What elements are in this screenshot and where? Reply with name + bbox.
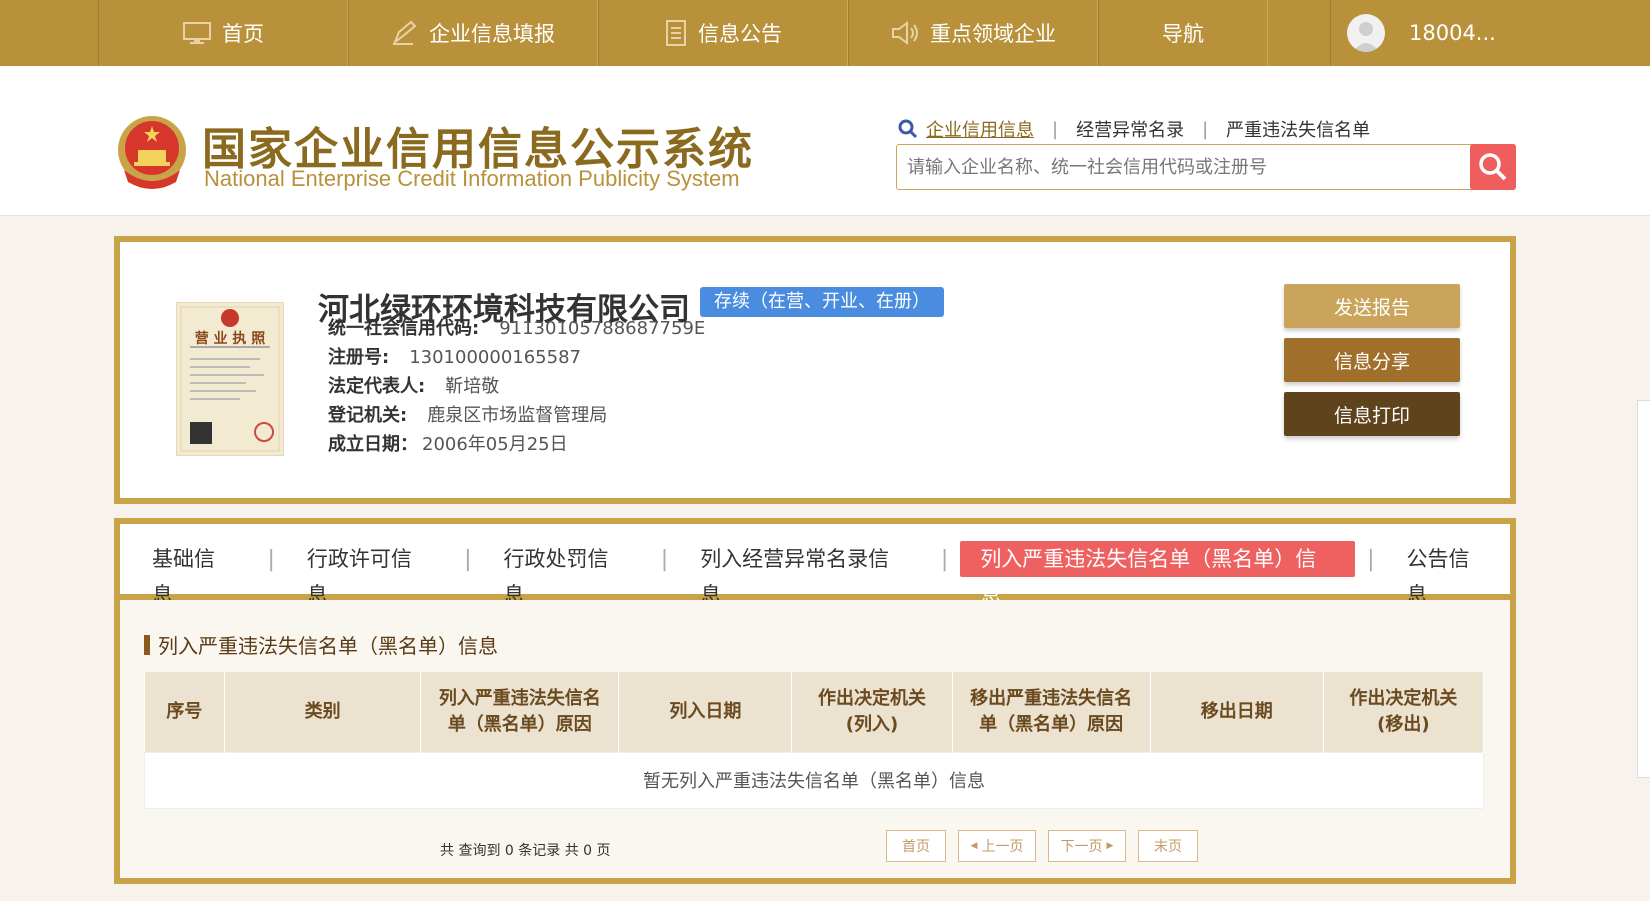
first-page-button[interactable]: 首页 [886, 830, 946, 862]
last-page-button[interactable]: 末页 [1138, 830, 1198, 862]
detail-tab-panel: 基础信息 | 行政许可信息 | 行政处罚信息 | 列入经营异常名录信息 | 列入… [114, 518, 1516, 884]
tab-bar: 基础信息 | 行政许可信息 | 行政处罚信息 | 列入经营异常名录信息 | 列入… [120, 524, 1510, 607]
tab-separator: | [1367, 546, 1375, 572]
document-icon [666, 20, 686, 46]
info-established: 成立日期： 2006年05月25日 [328, 430, 568, 456]
established-label: 成立日期： [328, 434, 418, 455]
section-title-text: 列入严重违法失信名单（黑名单）信息 [158, 634, 498, 658]
side-float-bar[interactable] [1637, 400, 1650, 778]
search-input[interactable] [897, 145, 1471, 189]
nav-notice[interactable]: 信息公告 [598, 0, 848, 66]
prev-page-button[interactable]: ◀ 上一页 [958, 830, 1036, 862]
empty-message: 暂无列入严重违法失信名单（黑名单）信息 [144, 751, 1484, 809]
authority-label: 登记机关: [328, 405, 408, 426]
nav-report-label: 企业信息填报 [429, 22, 555, 46]
tab-abnormal[interactable]: 列入经营异常名录信息 [680, 541, 929, 607]
search-button[interactable] [1470, 144, 1516, 190]
tab-announcement[interactable]: 公告信息 [1387, 541, 1510, 607]
reg-no-label: 注册号: [328, 347, 390, 368]
col-in-authority: 作出决定机关(列入) [791, 672, 953, 752]
col-out-authority: 作出决定机关(移出) [1323, 672, 1485, 752]
status-badge: 存续（在营、开业、在册） [700, 287, 944, 317]
tab-basic[interactable]: 基础信息 [132, 541, 255, 607]
search-category-tabs: 企业信用信息 | 经营异常名录 | 严重违法失信名单 [898, 116, 1388, 142]
nav-home[interactable]: 首页 [98, 0, 348, 66]
info-reg-no: 注册号: 130100000165587 [328, 343, 581, 369]
search-box [896, 144, 1516, 190]
search-tab-abnormal[interactable]: 经营异常名录 [1058, 116, 1202, 142]
prev-page-label: 上一页 [981, 839, 1024, 855]
tab-content: 列入严重违法失信名单（黑名单）信息 序号 类别 列入严重违法失信名单（黑名单）原… [120, 600, 1510, 878]
legal-rep-value: 靳培敬 [445, 376, 500, 397]
authority-value: 鹿泉区市场监督管理局 [427, 405, 608, 426]
business-license-image[interactable]: 营 业 执 照 [175, 301, 285, 460]
tab-separator: | [940, 546, 949, 572]
info-authority: 登记机关: 鹿泉区市场监督管理局 [328, 401, 607, 427]
info-legal-rep: 法定代表人: 靳培敬 [328, 372, 499, 398]
search-tab-blacklist[interactable]: 严重违法失信名单 [1208, 116, 1388, 142]
nav-key-enterprise[interactable]: 重点领域企业 [848, 0, 1098, 66]
nav-report[interactable]: 企业信息填报 [348, 0, 598, 66]
speaker-icon [892, 21, 918, 45]
top-nav: 首页 企业信息填报 信息公告 重点领域企业 导航 18004... [0, 0, 1650, 66]
search-small-icon [898, 119, 918, 139]
caret-right-icon: ▶ [1106, 841, 1114, 851]
col-in-reason: 列入严重违法失信名单（黑名单）原因 [420, 672, 620, 752]
table-header-row: 序号 类别 列入严重违法失信名单（黑名单）原因 列入日期 作出决定机关(列入) … [144, 672, 1485, 752]
next-page-label: 下一页 [1060, 839, 1103, 855]
nav-guide-label: 导航 [1162, 22, 1204, 46]
print-button[interactable]: 信息打印 [1284, 392, 1460, 436]
credit-code-value: 91130105788687759E [499, 318, 706, 339]
monitor-icon [183, 22, 211, 44]
col-out-reason: 移出严重违法失信名单（黑名单）原因 [952, 672, 1151, 752]
nav-guide[interactable]: 导航 [1098, 0, 1268, 66]
section-title-bar [144, 634, 150, 655]
credit-code-label: 统一社会信用代码: [328, 318, 480, 339]
tab-license[interactable]: 行政许可信息 [287, 541, 452, 607]
search-icon [1479, 153, 1507, 181]
col-out-date: 移出日期 [1150, 672, 1324, 752]
col-category: 类别 [224, 672, 422, 752]
col-in-date: 列入日期 [618, 672, 793, 752]
table-row: 暂无列入严重违法失信名单（黑名单）信息 [144, 751, 1484, 809]
tab-separator: | [660, 546, 669, 572]
tab-penalty[interactable]: 行政处罚信息 [484, 541, 649, 607]
share-button[interactable]: 信息分享 [1284, 338, 1460, 382]
license-title: 营 业 执 照 [194, 331, 266, 347]
legal-rep-label: 法定代表人: [328, 376, 426, 397]
established-value: 2006年05月25日 [422, 434, 568, 455]
company-info-panel: 营 业 执 照 河北绿环环境科技有限公司 存续（在营、开业、在册） 统一社会信用… [114, 236, 1516, 504]
pagination: 首页 ◀ 上一页 下一页 ▶ 末页 [886, 830, 1210, 862]
user-name: 18004... [1409, 21, 1496, 45]
next-page-button[interactable]: 下一页 ▶ [1048, 830, 1126, 862]
tab-separator: | [464, 546, 472, 572]
send-report-button[interactable]: 发送报告 [1284, 284, 1460, 328]
tab-blacklist[interactable]: 列入严重违法失信名单（黑名单）信息 [960, 541, 1356, 607]
site-title-en: National Enterprise Credit Information P… [204, 166, 740, 191]
tab-separator: | [267, 546, 275, 572]
nav-key-enterprise-label: 重点领域企业 [930, 22, 1056, 46]
col-index: 序号 [144, 672, 226, 752]
national-emblem-icon [114, 112, 190, 196]
reg-no-value: 130100000165587 [409, 347, 581, 368]
caret-left-icon: ◀ [970, 841, 978, 851]
nav-notice-label: 信息公告 [698, 22, 782, 46]
search-tab-credit[interactable]: 企业信用信息 [918, 116, 1052, 142]
avatar [1347, 14, 1385, 52]
info-credit-code: 统一社会信用代码: 91130105788687759E [328, 314, 705, 340]
blacklist-table: 序号 类别 列入严重违法失信名单（黑名单）原因 列入日期 作出决定机关(列入) … [144, 672, 1485, 809]
nav-home-label: 首页 [222, 22, 264, 46]
pager-summary: 共 查询到 0 条记录 共 0 页 [440, 843, 611, 859]
pen-icon [392, 20, 417, 45]
user-menu[interactable]: 18004... [1330, 0, 1550, 66]
section-title: 列入严重违法失信名单（黑名单）信息 [144, 630, 498, 659]
